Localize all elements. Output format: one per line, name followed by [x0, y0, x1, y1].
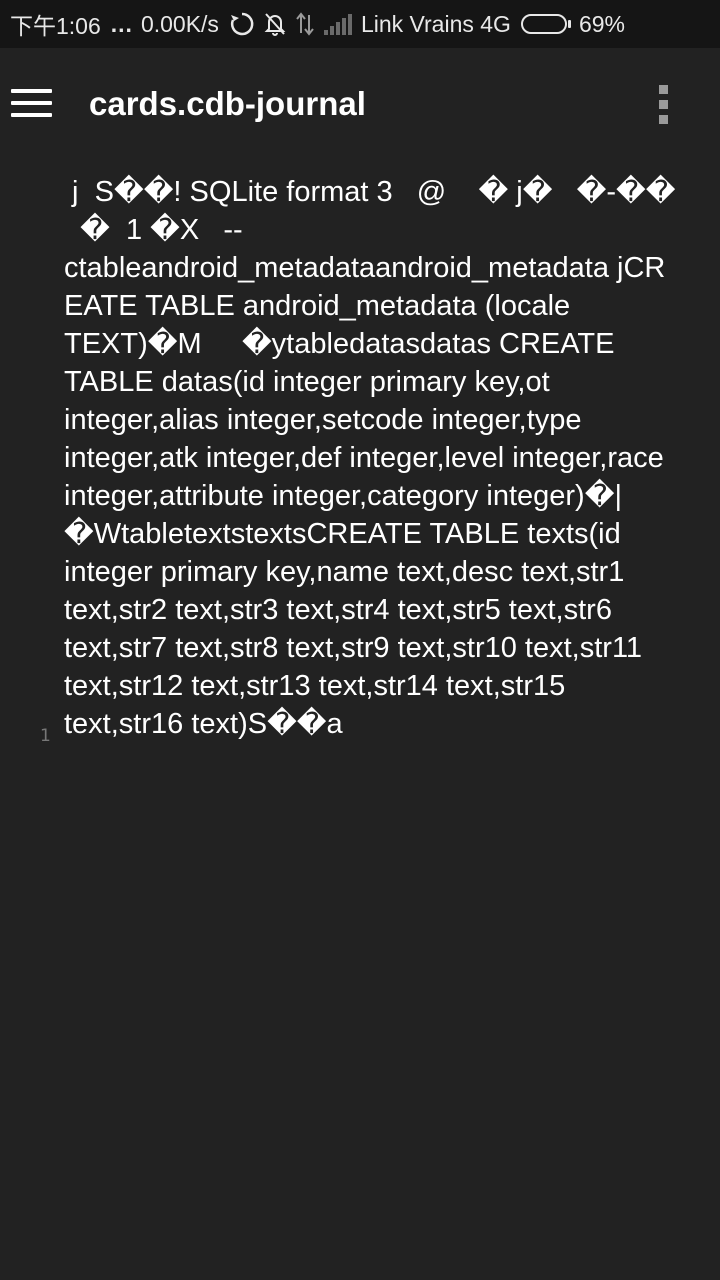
overflow-menu-icon[interactable]	[648, 83, 678, 127]
notifications-off-icon	[263, 11, 287, 37]
status-time: 下午1:06	[10, 13, 101, 39]
line-number: 1	[40, 726, 51, 746]
hamburger-menu-icon[interactable]	[11, 89, 52, 119]
editor-content[interactable]: j S��! SQLite format 3 @ � j� �-�� � 1 �…	[64, 173, 714, 743]
battery-icon	[520, 14, 571, 34]
editor-text-line: integer,atk integer,def integer,level in…	[64, 442, 664, 474]
editor-text-line: ctableandroid_metadataandroid_metadata j…	[64, 252, 666, 284]
editor-text-line: text,str12 text,str13 text,str14 text,st…	[64, 670, 566, 702]
editor-text-line: integer primary key,name text,desc text,…	[64, 556, 625, 588]
status-bar: 下午1:06 ... 0.00K/s Link Vrains 4G 69%	[0, 0, 720, 48]
page-title: cards.cdb-journal	[89, 85, 366, 122]
editor-text-line: �WtabletextstextsCREATE TABLE texts(id	[64, 518, 621, 550]
battery-percent: 69%	[578, 10, 625, 37]
editor-text-line: text,str7 text,str8 text,str9 text,str10…	[64, 632, 643, 664]
data-transfer-icon	[295, 11, 315, 37]
editor-text-line: integer,alias integer,setcode integer,ty…	[64, 404, 582, 436]
sync-icon	[229, 11, 255, 37]
status-network-speed: 0.00K/s	[140, 10, 219, 37]
signal-strength-icon	[323, 12, 353, 36]
editor-text-line: text,str16 text)S��a	[64, 708, 343, 740]
editor-text-line: j S��! SQLite format 3 @ � j� �-��	[64, 176, 676, 208]
text-editor[interactable]: 1 j S��! SQLite format 3 @ � j� �-�� � 1…	[0, 160, 720, 1280]
editor-text-line: EATE TABLE android_metadata (locale	[64, 290, 571, 322]
status-more-indicator: ...	[110, 10, 133, 37]
editor-text-line: text,str2 text,str3 text,str4 text,str5 …	[64, 594, 612, 626]
app-toolbar: cards.cdb-journal	[0, 48, 720, 160]
editor-text-line: integer,attribute integer,category integ…	[64, 480, 622, 512]
editor-text-line: TEXT)�M �ytabledatasdatas CREATE	[64, 328, 615, 360]
editor-text-line: TABLE datas(id integer primary key,ot	[64, 366, 550, 398]
carrier-label: Link Vrains 4G	[360, 10, 511, 37]
editor-text-line: � 1 �X --	[64, 214, 243, 246]
